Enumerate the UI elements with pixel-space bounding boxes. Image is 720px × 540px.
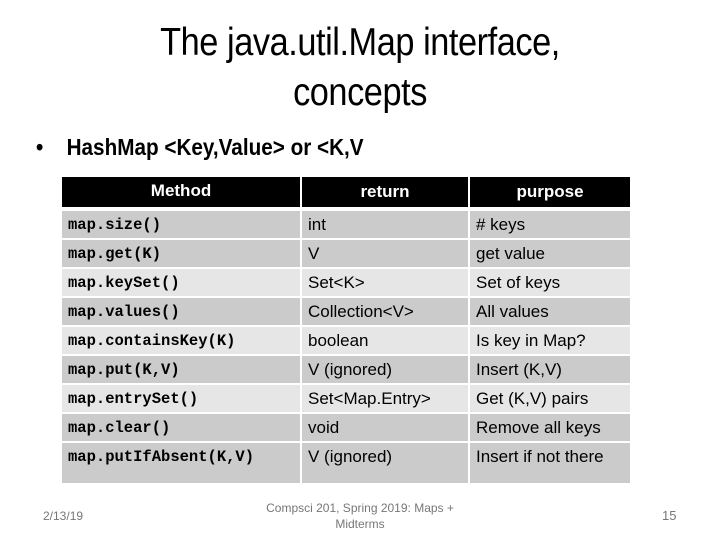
return-cell: boolean [302,327,468,354]
table-row: map.values() Collection<V> All values [62,298,630,325]
method-cell: map.keySet() [62,269,300,296]
slide-title-line-2: concepts [293,71,427,114]
purpose-cell: Is key in Map? [470,327,630,354]
table-row: map.keySet() Set<K> Set of keys [62,269,630,296]
return-cell: Collection<V> [302,298,468,325]
purpose-cell: Remove all keys [470,414,630,441]
method-cell: map.values() [62,298,300,325]
purpose-cell: Insert if not there [470,443,630,483]
table-row: map.putIfAbsent(K,V) V (ignored) Insert … [62,443,630,483]
method-cell: map.containsKey(K) [62,327,300,354]
footer-course: Compsci 201, Spring 2019: Maps + Midterm… [250,500,470,532]
return-cell: Set<Map.Entry> [302,385,468,412]
table-row: map.entrySet() Set<Map.Entry> Get (K,V) … [62,385,630,412]
table-row: map.get(K) V get value [62,240,630,267]
purpose-cell: get value [470,240,630,267]
footer-course-line-1: Compsci 201, Spring 2019: Maps + [266,501,454,515]
slide-title: The java.util.Map interface, concepts [96,18,624,118]
purpose-cell: # keys [470,211,630,238]
methods-table: Method return purpose map.size() int # k… [62,177,630,485]
bullet-item: • HashMap <Key,Value> or <K,V [36,132,364,162]
slide-title-line-1: The java.util.Map interface, [160,21,560,64]
return-cell: V [302,240,468,267]
method-cell: map.putIfAbsent(K,V) [62,443,300,483]
return-cell: void [302,414,468,441]
header-purpose: purpose [470,177,630,207]
return-cell: Set<K> [302,269,468,296]
table-row: map.size() int # keys [62,211,630,238]
table-row: map.containsKey(K) boolean Is key in Map… [62,327,630,354]
method-cell: map.entrySet() [62,385,300,412]
bullet-text: HashMap <Key,Value> or <K,V [66,134,364,160]
purpose-cell: Get (K,V) pairs [470,385,630,412]
method-cell: map.clear() [62,414,300,441]
footer-course-line-2: Midterms [335,517,385,531]
method-cell: map.get(K) [62,240,300,267]
bullet-icon: • [36,134,44,160]
footer-date: 2/13/19 [43,509,84,523]
method-cell: map.size() [62,211,300,238]
table-row: map.clear() void Remove all keys [62,414,630,441]
return-cell: V (ignored) [302,443,468,483]
return-cell: V (ignored) [302,356,468,383]
purpose-cell: Insert (K,V) [470,356,630,383]
purpose-cell: Set of keys [470,269,630,296]
method-cell: map.put(K,V) [62,356,300,383]
header-method: Method [62,177,300,207]
header-return: return [302,177,468,207]
return-cell: int [302,211,468,238]
page-number: 15 [662,508,677,523]
table-row: map.put(K,V) V (ignored) Insert (K,V) [62,356,630,383]
table-header-row: Method return purpose [62,177,630,207]
purpose-cell: All values [470,298,630,325]
